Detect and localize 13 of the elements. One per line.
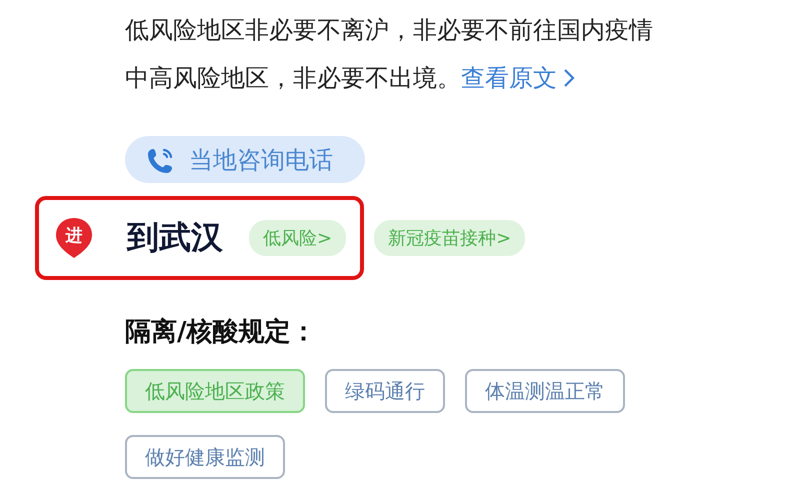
info-chip[interactable]: 低风险>: [249, 220, 346, 256]
destination-title: 到武汉: [127, 217, 223, 258]
chevron-right-icon: [563, 68, 575, 88]
call-button[interactable]: 当地咨询电话: [125, 136, 365, 183]
rule-tag[interactable]: 做好健康监测: [125, 435, 285, 479]
entry-badge: 进: [55, 217, 93, 259]
rule-tag[interactable]: 绿码通行: [325, 369, 445, 413]
info-chip[interactable]: 新冠疫苗接种>: [374, 220, 526, 256]
notice-text: 低风险地区非必要不离沪，非必要不前往国内疫情中高风险地区，非必要不出境。查看原文: [125, 15, 654, 94]
rule-tag[interactable]: 低风险地区政策: [125, 369, 305, 413]
view-original-link[interactable]: 查看原文: [461, 64, 575, 92]
rule-tag[interactable]: 体温测温正常: [465, 369, 625, 413]
rules-heading: 隔离/核酸规定：: [125, 316, 318, 349]
